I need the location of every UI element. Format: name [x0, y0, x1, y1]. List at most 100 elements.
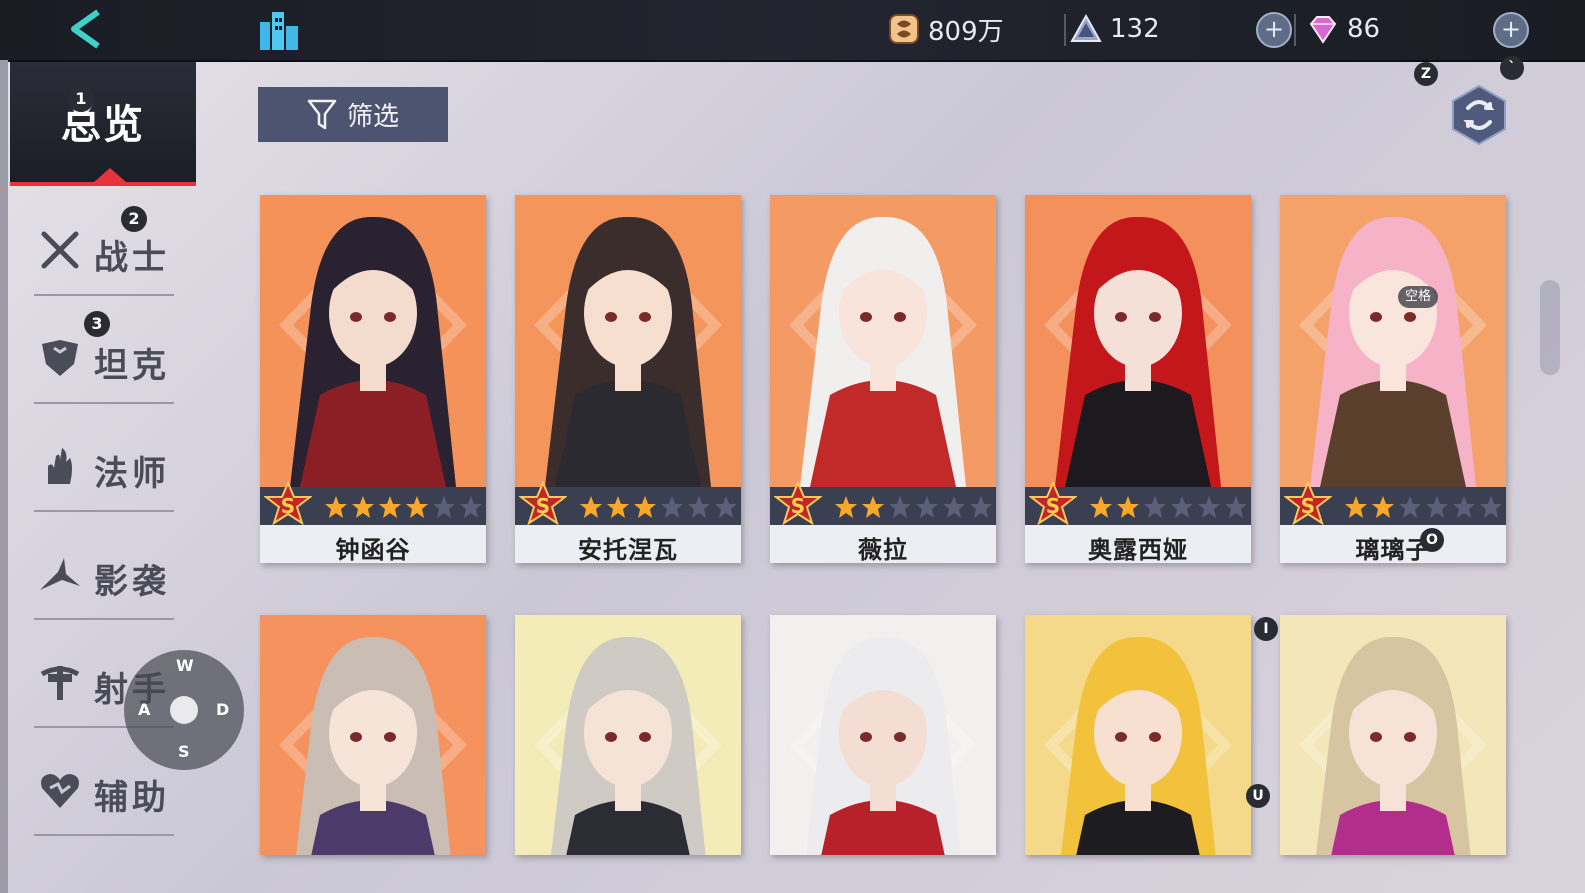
- gold-coin-icon: [889, 14, 919, 44]
- refresh-icon: [1452, 84, 1506, 146]
- character-card[interactable]: [770, 615, 996, 855]
- sidebar-item-support[interactable]: 辅助: [34, 754, 174, 836]
- rank-stars-bar: S: [770, 481, 996, 526]
- character-portrait: [260, 615, 486, 855]
- star-filled-icon: [835, 496, 857, 518]
- movement-joystick[interactable]: W A D S: [124, 650, 244, 770]
- star-empty-icon: [1399, 496, 1421, 518]
- star-empty-icon: [1426, 496, 1448, 518]
- sidebar-item-assassin[interactable]: 影袭: [34, 538, 174, 620]
- star-empty-icon: [433, 496, 455, 518]
- star-filled-icon: [379, 496, 401, 518]
- star-filled-icon: [406, 496, 428, 518]
- character-card[interactable]: S 安托涅瓦: [515, 195, 741, 563]
- tab-overview[interactable]: 总览: [10, 62, 196, 186]
- character-name-bar: 薇拉: [770, 525, 996, 563]
- rank-stars-bar: S: [515, 481, 741, 526]
- star-empty-icon: [1198, 496, 1220, 518]
- city-button[interactable]: [254, 8, 304, 52]
- character-card[interactable]: [260, 615, 486, 855]
- star-empty-icon: [715, 496, 737, 518]
- stamina-counter: 132: [1070, 10, 1160, 48]
- add-gems-button[interactable]: +: [1493, 12, 1529, 48]
- crossbow-icon: [40, 666, 80, 700]
- star-filled-icon: [352, 496, 374, 518]
- star-empty-icon: [688, 496, 710, 518]
- rank-s-icon: S: [264, 481, 312, 526]
- character-card[interactable]: S 奥露西娅: [1025, 195, 1251, 563]
- character-name: 璃璃子: [1355, 536, 1431, 563]
- character-card[interactable]: S 璃璃子: [1280, 195, 1506, 563]
- rank-s-icon: S: [1284, 481, 1332, 526]
- star-filled-icon: [1345, 496, 1367, 518]
- key-hint-corner: `: [1500, 56, 1524, 80]
- star-empty-icon: [661, 496, 683, 518]
- joystick-knob[interactable]: [170, 696, 198, 724]
- star-filled-icon: [862, 496, 884, 518]
- scrollbar[interactable]: [1540, 280, 1560, 375]
- flame-hand-icon: [48, 448, 72, 484]
- heart-icon: [41, 774, 79, 808]
- star-filled-icon: [634, 496, 656, 518]
- key-hint-o: O: [1420, 528, 1444, 552]
- back-button[interactable]: [60, 6, 110, 52]
- star-filled-icon: [1117, 496, 1139, 518]
- star-empty-icon: [1453, 496, 1475, 518]
- filter-label: 筛选: [346, 102, 399, 132]
- sidebar-item-label: 坦克: [94, 346, 170, 386]
- funnel-icon: [307, 99, 337, 129]
- star-filled-icon: [607, 496, 629, 518]
- key-hint-u: U: [1246, 784, 1270, 808]
- star-empty-icon: [1225, 496, 1247, 518]
- star-empty-icon: [970, 496, 992, 518]
- svg-text:S: S: [1301, 494, 1315, 518]
- star-empty-icon: [889, 496, 911, 518]
- divider: [1064, 14, 1066, 46]
- character-card[interactable]: [1280, 615, 1506, 855]
- character-name: 薇拉: [858, 536, 908, 563]
- filter-button[interactable]: 筛选: [258, 87, 448, 142]
- star-empty-icon: [943, 496, 965, 518]
- sidebar-item-mage[interactable]: 法师: [34, 430, 174, 512]
- star-empty-icon: [916, 496, 938, 518]
- star-filled-icon: [1090, 496, 1112, 518]
- star-empty-icon: [460, 496, 482, 518]
- svg-text:S: S: [791, 494, 805, 518]
- star-empty-icon: [1480, 496, 1502, 518]
- sidebar-edge: [0, 60, 8, 893]
- gem-counter: 86: [1307, 10, 1380, 48]
- sidebar-item-label: 战士: [94, 238, 170, 278]
- star-filled-icon: [1372, 496, 1394, 518]
- character-name: 奥露西娅: [1088, 536, 1188, 563]
- rank-stars-bar: S: [260, 481, 486, 526]
- diamond-icon: [1309, 16, 1337, 44]
- tab-overview-label: 总览: [61, 102, 145, 148]
- armor-icon: [42, 340, 78, 376]
- top-bar: 809万 132 + 86 +: [0, 0, 1585, 62]
- gold-value: 809万: [928, 16, 1004, 47]
- character-portrait: [260, 195, 486, 487]
- svg-text:S: S: [536, 494, 550, 518]
- add-stamina-button[interactable]: +: [1256, 12, 1292, 48]
- key-right-label: D: [216, 700, 230, 719]
- key-up-label: W: [176, 656, 194, 675]
- character-card[interactable]: [515, 615, 741, 855]
- character-card[interactable]: [1025, 615, 1251, 855]
- character-card[interactable]: S 钟函谷: [260, 195, 486, 563]
- sidebar-item-warrior[interactable]: 战士: [34, 214, 174, 296]
- sidebar-item-label: 辅助: [94, 778, 170, 818]
- character-portrait: [770, 195, 996, 487]
- character-card[interactable]: S 薇拉: [770, 195, 996, 563]
- crossed-swords-icon: [41, 231, 79, 269]
- key-hint-badge: 2: [121, 206, 147, 232]
- character-portrait: [515, 615, 741, 855]
- svg-text:S: S: [1046, 494, 1060, 518]
- character-portrait: [1025, 195, 1251, 487]
- key-hint-refresh: Z: [1414, 62, 1438, 86]
- city-buildings-icon: [260, 12, 298, 50]
- rank-s-icon: S: [519, 481, 567, 526]
- rank-stars-bar: S: [1025, 481, 1251, 526]
- refresh-button[interactable]: [1450, 84, 1508, 146]
- character-portrait: [1280, 195, 1506, 487]
- divider: [1294, 14, 1296, 46]
